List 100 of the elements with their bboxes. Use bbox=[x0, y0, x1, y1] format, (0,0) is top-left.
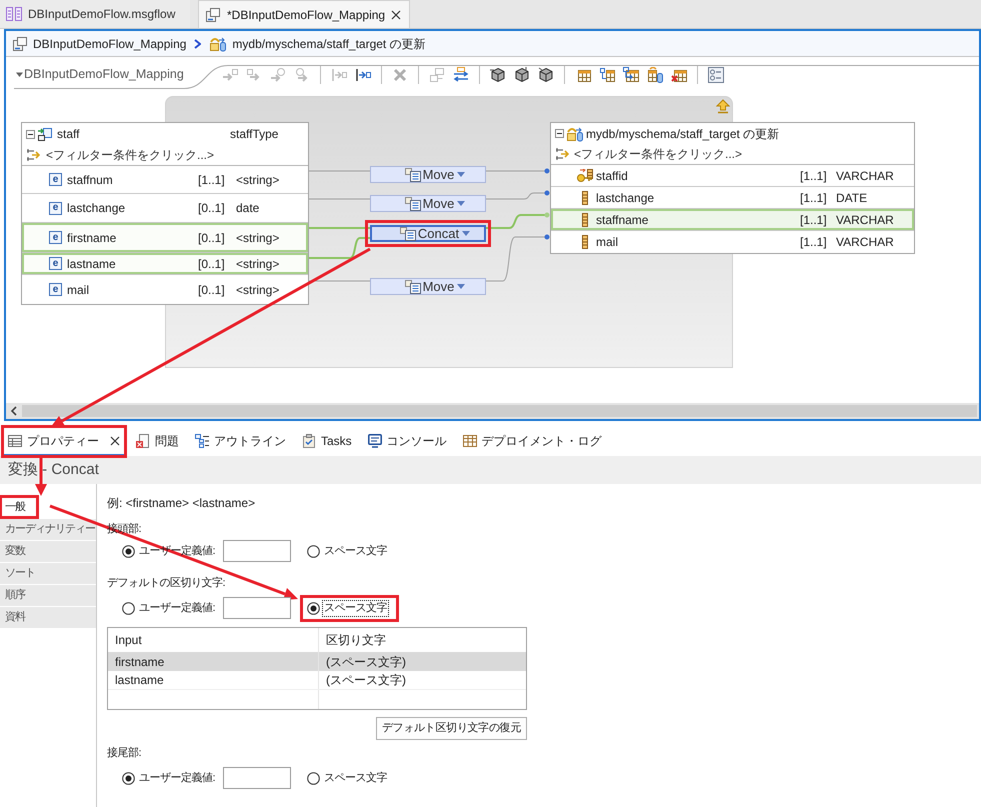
editor-tab[interactable]: *DBInputDemoFlow_Mapping bbox=[198, 0, 410, 28]
radio-label[interactable]: スペース文字 bbox=[322, 542, 390, 560]
cube-icon[interactable] bbox=[514, 66, 530, 82]
field-name: staffnum bbox=[67, 172, 114, 188]
node-name: staff bbox=[57, 126, 80, 143]
tree-node-icon bbox=[37, 126, 53, 142]
transform-button[interactable]: Move bbox=[370, 166, 486, 183]
column-name: mail bbox=[596, 234, 620, 251]
filter-icon bbox=[555, 147, 571, 161]
radio-button[interactable] bbox=[122, 602, 135, 614]
transform-button[interactable]: Move bbox=[370, 195, 486, 212]
document-icon bbox=[404, 280, 422, 294]
tree-row[interactable]: e lastname [0..1] <string> bbox=[22, 253, 308, 275]
table-cell-text: (スペース文字) bbox=[325, 672, 407, 689]
arrow-bar-icon[interactable] bbox=[355, 66, 371, 82]
view-tab[interactable]: コンソール bbox=[364, 428, 451, 456]
database-update-icon bbox=[209, 36, 228, 52]
type-label: <string> bbox=[236, 230, 280, 246]
map-file-icon bbox=[12, 36, 28, 52]
flow-file-icon bbox=[6, 7, 22, 21]
tree-row[interactable]: mail [1..1] VARCHAR bbox=[551, 231, 914, 253]
side-tab[interactable]: カーディナリティー bbox=[0, 519, 96, 541]
text-field[interactable] bbox=[223, 597, 292, 619]
column-name: staffname bbox=[596, 212, 650, 228]
outline-icon bbox=[195, 434, 209, 448]
element-badge: e bbox=[49, 231, 62, 244]
radio-label[interactable]: ユーザー定義値: bbox=[137, 770, 218, 786]
restore-button[interactable]: デフォルト区切り文字の復元 bbox=[376, 717, 527, 740]
side-tab[interactable]: ソート bbox=[0, 563, 96, 585]
element-badge: e bbox=[49, 257, 62, 270]
radio-button[interactable] bbox=[122, 544, 135, 558]
table-icon bbox=[462, 434, 477, 448]
caret-icon bbox=[457, 284, 466, 289]
view-tab[interactable]: Tasks bbox=[298, 428, 356, 456]
field-name: firstname bbox=[67, 230, 118, 246]
radio-label[interactable]: ユーザー定義値: bbox=[137, 600, 218, 616]
map-file-icon bbox=[205, 6, 221, 22]
close-icon[interactable] bbox=[391, 10, 402, 20]
element-badge: e bbox=[49, 202, 62, 214]
type-label: DATE bbox=[836, 190, 868, 206]
properties-icon bbox=[8, 434, 22, 448]
cardinality-label: [1..1] bbox=[800, 212, 828, 228]
cardinality-label: [1..1] bbox=[800, 190, 828, 206]
chevron-right-icon bbox=[194, 38, 202, 48]
swap-arrows-icon[interactable] bbox=[453, 66, 469, 82]
field-name: lastname bbox=[67, 256, 117, 272]
cube-icon[interactable] bbox=[490, 66, 506, 82]
editor-tab[interactable]: DBInputDemoFlow.msgflow bbox=[0, 0, 190, 28]
filter-link[interactable]: <フィルター条件をクリック...> bbox=[574, 145, 742, 163]
view-tab[interactable]: デプロイメント・ログ bbox=[458, 428, 606, 456]
side-tab[interactable]: 変数 bbox=[0, 541, 96, 563]
caret-icon bbox=[462, 231, 470, 236]
connector-line bbox=[309, 227, 370, 229]
transform-button[interactable]: Move bbox=[370, 278, 486, 295]
database-update-icon bbox=[566, 126, 584, 142]
radio-button[interactable] bbox=[307, 544, 320, 558]
tree-row[interactable]: e mail [0..1] <string> bbox=[22, 275, 308, 304]
section-label: 接尾部: bbox=[107, 746, 142, 761]
close-icon[interactable] bbox=[110, 436, 120, 446]
radio-button[interactable] bbox=[307, 602, 320, 614]
cardinality-label: [0..1] bbox=[198, 282, 226, 298]
tree-row[interactable]: staffname [1..1] VARCHAR bbox=[551, 209, 914, 231]
transform-button[interactable]: Concat bbox=[370, 225, 486, 242]
table-row[interactable]: lastname (スペース文字) bbox=[108, 671, 526, 690]
breadcrumb-item[interactable]: mydb/myschema/staff_target の更新 bbox=[207, 34, 428, 52]
column-name: staffid bbox=[596, 168, 629, 184]
radio-button[interactable] bbox=[122, 772, 135, 784]
radio-button[interactable] bbox=[307, 772, 320, 784]
caret-icon bbox=[457, 172, 466, 177]
radio-label[interactable]: スペース文字 bbox=[322, 770, 390, 786]
view-tab[interactable]: 問題 bbox=[132, 428, 183, 456]
table-database-icon[interactable] bbox=[647, 66, 663, 82]
view-tab[interactable]: アウトライン bbox=[191, 428, 290, 456]
scrollbar-thumb[interactable] bbox=[22, 405, 977, 417]
text-field[interactable] bbox=[223, 540, 292, 562]
tree-row[interactable]: staffid [1..1] VARCHAR bbox=[551, 165, 914, 187]
example-text: 例: <firstname> <lastname> bbox=[107, 495, 256, 511]
filter-link[interactable]: <フィルター条件をクリック...> bbox=[46, 146, 214, 164]
filter-icon bbox=[26, 148, 42, 162]
column-name: lastchange bbox=[596, 190, 656, 206]
list-icon[interactable] bbox=[708, 66, 724, 82]
collapse-icon[interactable] bbox=[26, 130, 35, 138]
side-tab[interactable]: 順序 bbox=[0, 585, 96, 607]
connector-line bbox=[486, 212, 550, 229]
element-badge: e bbox=[49, 173, 62, 186]
text-field[interactable] bbox=[223, 767, 292, 789]
table-row[interactable]: firstname (スペース文字) bbox=[108, 652, 526, 671]
tree-row[interactable]: e staffnum [1..1] <string> bbox=[22, 166, 308, 194]
collapse-icon[interactable] bbox=[555, 129, 564, 138]
tree-row[interactable]: e firstname [0..1] <string> bbox=[22, 223, 308, 253]
radio-label[interactable]: スペース文字 bbox=[322, 600, 390, 616]
table-tree-icon[interactable] bbox=[599, 66, 615, 82]
section-toggle[interactable]: DBInputDemoFlow_Mapping bbox=[6, 63, 222, 84]
column-icon bbox=[581, 212, 589, 226]
cube-icon[interactable] bbox=[538, 66, 554, 82]
side-tab[interactable]: 資料 bbox=[0, 607, 96, 629]
table-cell: firstname bbox=[108, 652, 319, 671]
horizontal-scrollbar[interactable] bbox=[6, 403, 979, 419]
breadcrumb-item[interactable]: DBInputDemoFlow_Mapping bbox=[10, 34, 188, 52]
cardinality-label: [1..1] bbox=[198, 172, 226, 188]
